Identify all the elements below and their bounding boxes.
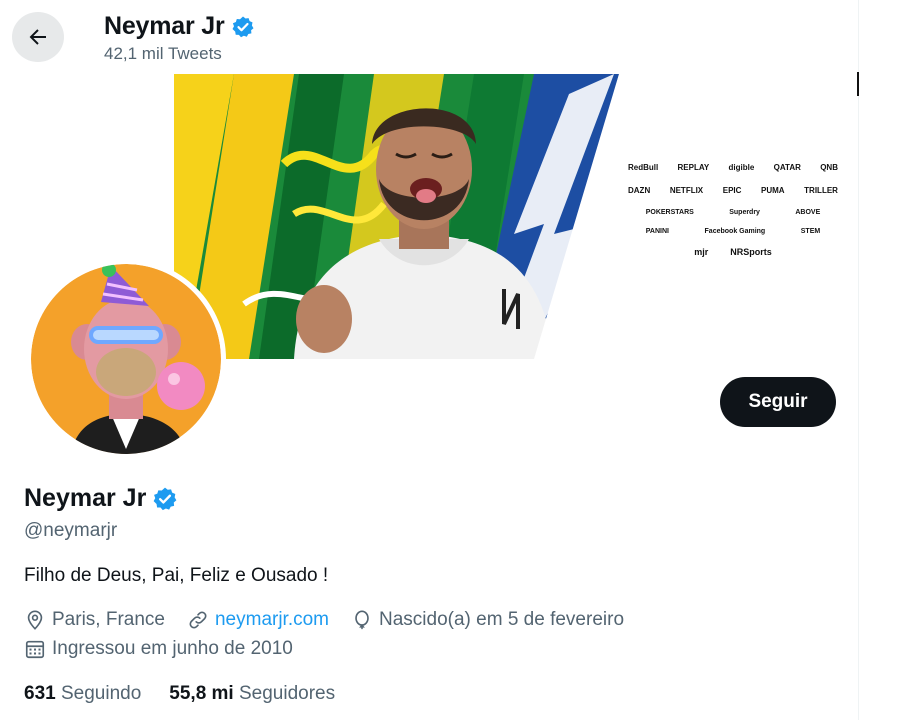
profile-banner[interactable] [174, 74, 663, 359]
joined-text: Ingressou em junho de 2010 [52, 638, 293, 659]
avatar-image [31, 264, 221, 454]
verified-badge-icon [232, 16, 254, 37]
sponsor-logo: ABOVE [795, 209, 821, 216]
sponsor-logo: RedBull [628, 163, 659, 172]
sponsor-logo: PANINI [645, 228, 669, 235]
birthday-text: Nascido(a) em 5 de fevereiro [379, 609, 625, 630]
birthday-item: Nascido(a) em 5 de fevereiro [351, 609, 624, 631]
banner-image [174, 74, 663, 359]
link-icon [189, 611, 207, 629]
joined-item: Ingressou em junho de 2010 [24, 638, 293, 660]
profile-avatar[interactable] [26, 259, 226, 459]
verified-badge-icon [153, 487, 177, 510]
profile-name: Neymar Jr [24, 484, 147, 512]
follow-stats: 631 Seguindo 55,8 mi Seguidores [24, 683, 363, 705]
sponsor-logo: Superdry [729, 209, 760, 216]
followers-count: 55,8 mi [169, 683, 234, 704]
followers-stat[interactable]: 55,8 mi Seguidores [169, 683, 335, 705]
header-title-row: Neymar Jr [104, 12, 255, 41]
sponsor-logo: NRSports [730, 247, 772, 257]
following-stat[interactable]: 631 Seguindo [24, 683, 141, 705]
following-count: 631 [24, 683, 56, 704]
calendar-icon [25, 640, 45, 659]
sponsor-logo: STEM [800, 228, 821, 235]
following-label: Seguindo [60, 683, 142, 704]
sponsor-logo: REPLAY [677, 163, 710, 172]
profile-meta-row: Paris, France neymarjr.com Nascido(a) em… [24, 609, 646, 631]
sponsor-logo: DAZN [628, 186, 651, 195]
column-divider [858, 0, 859, 720]
sponsor-logo: PUMA [761, 186, 785, 195]
sponsor-logos-panel: RedBull REPLAY digible QATAR QNB DAZN NE… [628, 163, 838, 257]
sponsor-logo: Facebook Gaming [704, 228, 766, 235]
website-item[interactable]: neymarjr.com [187, 609, 329, 631]
location-text: Paris, France [52, 609, 165, 630]
location-pin-icon [27, 610, 43, 630]
sponsor-logo: NETFLIX [669, 186, 704, 195]
sponsor-logo: QNB [820, 163, 838, 172]
tweets-count: 42,1 mil Tweets [104, 44, 222, 63]
sponsor-logo: TRILLER [804, 186, 838, 195]
balloon-icon [355, 610, 369, 630]
header-name: Neymar Jr [104, 12, 225, 40]
follow-button[interactable]: Seguir [720, 377, 836, 427]
sponsor-logo: POKERSTARS [645, 209, 694, 216]
profile-name-row: Neymar Jr [24, 484, 178, 513]
sponsor-logo: EPIC [722, 186, 742, 195]
arrow-left-icon [29, 29, 46, 45]
sponsor-logo: mjr [694, 247, 709, 257]
scrollbar-thumb[interactable] [857, 72, 859, 96]
location-item: Paris, France [24, 609, 165, 631]
sponsor-logo: QATAR [773, 163, 801, 172]
back-button[interactable] [12, 12, 64, 62]
website-link[interactable]: neymarjr.com [215, 609, 329, 631]
profile-bio: Filho de Deus, Pai, Feliz e Ousado ! [24, 565, 329, 586]
sponsor-logo: digible [728, 163, 755, 172]
profile-joined-row: Ingressou em junho de 2010 [24, 638, 315, 660]
profile-handle: @neymarjr [24, 520, 118, 541]
followers-label: Seguidores [239, 683, 336, 704]
